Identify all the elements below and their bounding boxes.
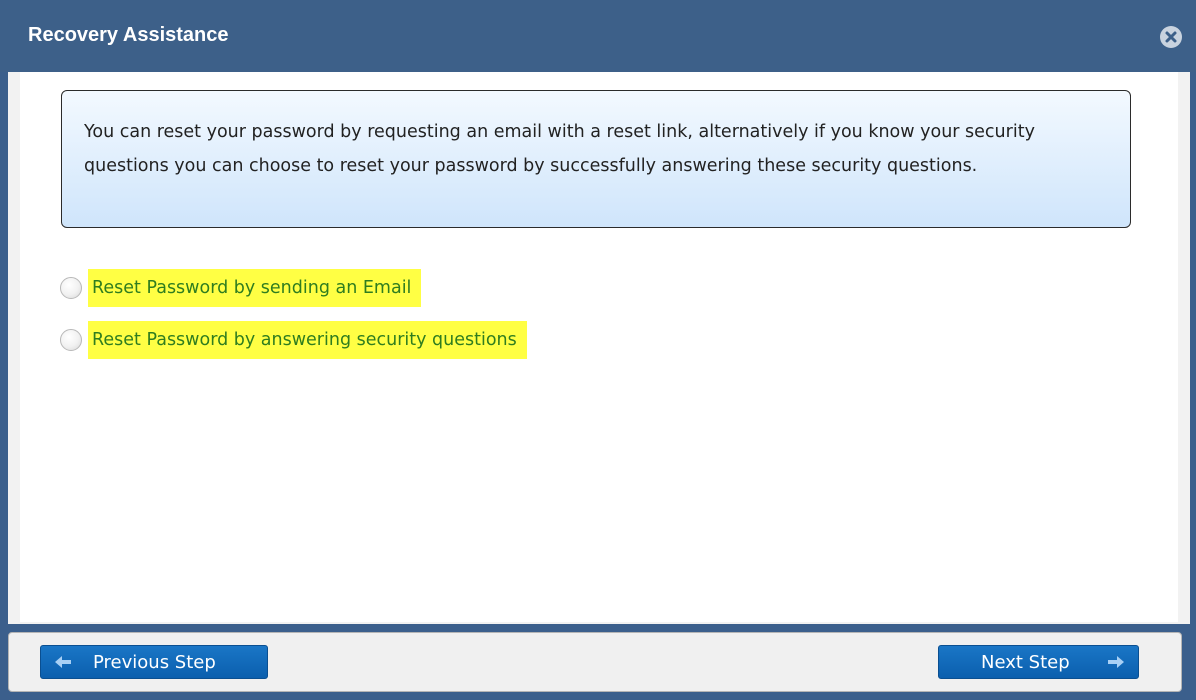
previous-step-button[interactable]: Previous Step (40, 645, 268, 679)
dialog-titlebar: Recovery Assistance (0, 0, 1196, 72)
radio-reset-by-questions[interactable] (60, 329, 82, 351)
radio-reset-by-email[interactable] (60, 277, 82, 299)
previous-step-label: Previous Step (93, 652, 216, 673)
recovery-dialog: Recovery Assistance You can reset your p… (0, 0, 1196, 700)
option-reset-by-questions[interactable]: Reset Password by answering security que… (60, 320, 527, 360)
dialog-footer: Previous Step Next Step (8, 632, 1182, 692)
next-step-button[interactable]: Next Step (938, 645, 1139, 679)
dialog-content: You can reset your password by requestin… (20, 72, 1178, 622)
option-reset-by-email[interactable]: Reset Password by sending an Email (60, 268, 422, 308)
dialog-body: You can reset your password by requestin… (8, 72, 1190, 624)
option-label-questions[interactable]: Reset Password by answering security que… (88, 321, 527, 359)
arrow-left-icon (53, 646, 73, 678)
info-box: You can reset your password by requestin… (61, 90, 1131, 228)
close-icon[interactable] (1160, 26, 1182, 48)
arrow-right-icon (1106, 646, 1126, 678)
info-text: You can reset your password by requestin… (84, 122, 1035, 176)
dialog-title: Recovery Assistance (28, 24, 229, 46)
option-label-email[interactable]: Reset Password by sending an Email (88, 269, 422, 307)
next-step-label: Next Step (981, 652, 1070, 673)
